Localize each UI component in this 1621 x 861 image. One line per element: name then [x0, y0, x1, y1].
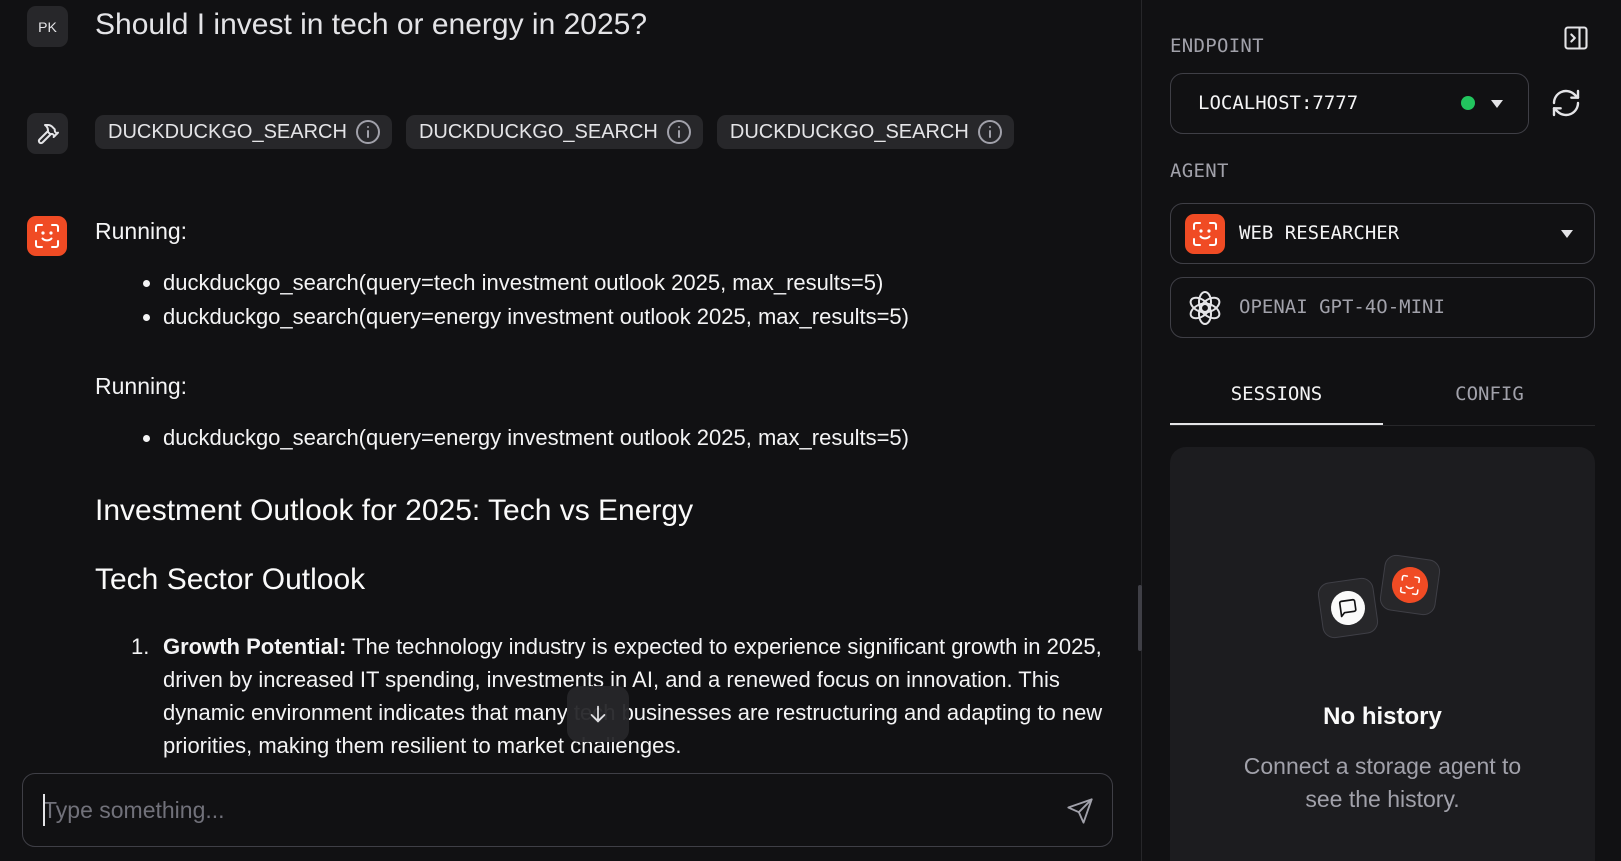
agent-response: Running: duckduckgo_search(query=tech in…: [95, 214, 1105, 762]
tool-chip-label: DUCKDUCKGO_SEARCH: [729, 120, 969, 143]
list-item: duckduckgo_search(query=energy investmen…: [143, 300, 1105, 334]
message-composer: [22, 773, 1113, 847]
info-icon[interactable]: [355, 120, 380, 144]
empty-state-title: No history: [1323, 703, 1442, 730]
tool-chip[interactable]: DUCKDUCKGO_SEARCH: [716, 115, 1014, 149]
running-label: Running:: [95, 373, 188, 399]
user-avatar: PK: [27, 6, 68, 47]
openai-logo-icon: [1189, 291, 1221, 325]
user-question: Should I invest in tech or energy in 202…: [95, 8, 648, 41]
status-indicator: [1461, 96, 1475, 110]
tool-chip-label: DUCKDUCKGO_SEARCH: [418, 120, 658, 143]
send-button[interactable]: [1063, 794, 1097, 828]
empty-state-description: Connect a storage agent to see the histo…: [1243, 753, 1522, 812]
agent-face-icon: [1185, 214, 1225, 254]
chat-bubble-icon: [1316, 576, 1380, 640]
tool-call-chips: DUCKDUCKGO_SEARCH DUCKDUCKGO_SEARCH DUCK…: [95, 115, 1014, 149]
tool-call-list: duckduckgo_search(query=energy investmen…: [143, 421, 1105, 455]
info-icon[interactable]: [666, 120, 691, 144]
text-cursor: [43, 794, 45, 826]
list-item: duckduckgo_search(query=energy investmen…: [143, 421, 1105, 455]
model-name: OPENAI GPT-4O-MINI: [1239, 296, 1445, 318]
outlook-list: 1. Growth Potential: The technology indus…: [131, 630, 1105, 762]
sidebar-collapse-icon: [1564, 26, 1588, 50]
tab-config[interactable]: CONFIG: [1383, 383, 1596, 405]
tabs-divider: [1170, 425, 1595, 426]
active-tab-indicator: [1170, 423, 1383, 425]
sidebar-collapse-button[interactable]: [1562, 24, 1590, 52]
agent-select[interactable]: WEB RESEARCHER: [1170, 203, 1595, 264]
model-display: OPENAI GPT-4O-MINI: [1170, 277, 1595, 338]
tool-chip[interactable]: DUCKDUCKGO_SEARCH: [95, 115, 392, 149]
response-heading: Investment Outlook for 2025: Tech vs Ene…: [95, 494, 694, 527]
info-icon[interactable]: [977, 120, 1002, 144]
chevron-down-icon: [1561, 230, 1573, 238]
list-number: 1.: [131, 634, 150, 659]
refresh-button[interactable]: [1550, 87, 1582, 119]
list-item: duckduckgo_search(query=tech investment …: [143, 266, 1105, 300]
chevron-down-icon: [1491, 100, 1503, 108]
history-empty-state: No history Connect a storage agent to se…: [1170, 447, 1595, 861]
scroll-to-bottom-button[interactable]: [567, 686, 629, 742]
endpoint-value: LOCALHOST:7777: [1198, 92, 1359, 114]
tab-sessions[interactable]: SESSIONS: [1170, 383, 1383, 405]
tool-chip-label: DUCKDUCKGO_SEARCH: [108, 120, 347, 143]
tool-call-list: duckduckgo_search(query=tech investment …: [143, 266, 1105, 334]
agent-face-icon: [1378, 553, 1442, 617]
hammer-icon: [27, 113, 68, 154]
arrow-down-icon: [590, 705, 606, 723]
list-item-title: Growth Potential:: [163, 634, 347, 659]
list-item: 1. Growth Potential: The technology indus…: [131, 630, 1105, 762]
agent-name: WEB RESEARCHER: [1239, 222, 1400, 244]
endpoint-label: ENDPOINT: [1170, 35, 1264, 57]
response-subheading: Tech Sector Outlook: [95, 563, 366, 596]
send-icon: [1067, 798, 1093, 824]
endpoint-select[interactable]: LOCALHOST:7777: [1170, 73, 1529, 134]
sidebar: ENDPOINT LOCALHOST:7777 AGENT WEB RESEAR…: [1142, 0, 1621, 861]
agent-label: AGENT: [1170, 160, 1229, 182]
agent-face-icon: [27, 216, 67, 256]
refresh-icon: [1552, 89, 1580, 117]
tool-chip[interactable]: DUCKDUCKGO_SEARCH: [405, 115, 703, 149]
message-input[interactable]: [43, 792, 1003, 828]
chat-panel: PK Should I invest in tech or energy in …: [0, 0, 1142, 861]
running-label: Running:: [95, 218, 188, 244]
